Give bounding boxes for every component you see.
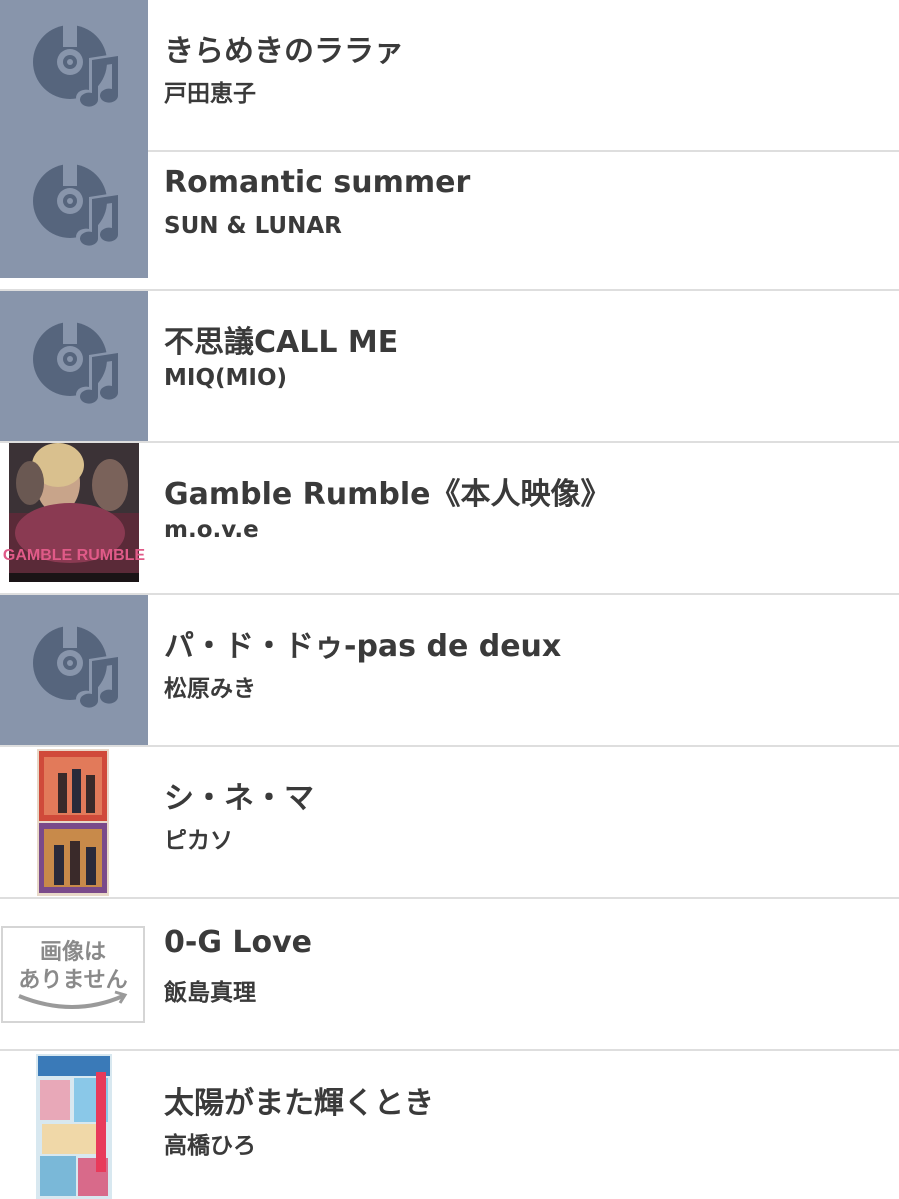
song-artist: ピカソ [164,828,233,854]
song-artist: m.o.v.e [164,517,259,543]
thumbnail-placeholder [0,0,148,139]
music-cd-icon [33,320,121,404]
song-title: Romantic summer [164,165,471,200]
song-artist: MIQ(MIO) [164,365,288,391]
music-cd-icon [33,23,121,107]
song-text: きらめきのララァ 戸田恵子 [164,0,889,139]
song-title: 0-G Love [164,925,313,960]
song-artist: SUN & LUNAR [164,213,342,239]
song-artist: 松原みき [164,676,256,702]
song-row[interactable]: パ・ド・ドゥ-pas de deux 松原みき [0,595,899,747]
no-image-thumbnail: 画像は ありません [0,899,148,1050]
song-text: Gamble Rumble《本人映像》 m.o.v.e [164,443,889,582]
album-art-text: GAMBLE RUMBLE [3,547,146,564]
song-text: 0-G Love 飯島真理 [164,899,889,1038]
song-row[interactable]: 太陽がまた輝くとき 高橋ひろ [0,1052,899,1199]
thumbnail-placeholder [0,139,148,278]
song-text: 不思議CALL ME MIQ(MIO) [164,291,889,430]
song-artist: 戸田恵子 [164,81,256,107]
song-row[interactable]: シ・ネ・マ ピカソ [0,747,899,899]
swoosh-arrow-icon [18,990,128,1009]
music-cd-icon [33,624,121,708]
song-title: パ・ド・ドゥ-pas de deux [164,629,562,664]
music-cd-icon [33,162,121,246]
song-row[interactable]: 画像は ありません 0-G Love 飯島真理 [0,899,899,1051]
song-text: シ・ネ・マ ピカソ [164,747,889,886]
song-title: 太陽がまた輝くとき [164,1086,434,1121]
song-text: パ・ド・ドゥ-pas de deux 松原みき [164,595,889,734]
album-art [0,747,148,898]
song-artist: 飯島真理 [164,980,256,1006]
song-title: 不思議CALL ME [164,325,399,360]
song-title: Gamble Rumble《本人映像》 [164,477,611,512]
song-title: きらめきのララァ [164,34,404,69]
thumbnail-placeholder [0,595,148,746]
song-text: 太陽がまた輝くとき 高橋ひろ [164,1052,889,1191]
song-row[interactable]: GAMBLE RUMBLE Gamble Rumble《本人映像》 m.o.v.… [0,443,899,595]
album-art [0,1052,148,1199]
song-text: Romantic summer SUN & LUNAR [164,139,889,278]
album-art-image [37,749,109,896]
album-art-image [36,1054,112,1199]
song-row[interactable]: Romantic summer SUN & LUNAR [0,139,899,291]
song-artist: 高橋ひろ [164,1133,256,1159]
album-art: GAMBLE RUMBLE [0,443,148,582]
song-row[interactable]: 不思議CALL ME MIQ(MIO) [0,291,899,443]
song-list: きらめきのララァ 戸田恵子 Romantic summer SUN & LUNA… [0,0,899,1199]
song-title: シ・ネ・マ [164,781,314,816]
thumbnail-placeholder [0,291,148,442]
song-row[interactable]: きらめきのララァ 戸田恵子 [0,0,899,152]
album-art-image: GAMBLE RUMBLE [3,443,146,582]
no-image-box: 画像は ありません [1,926,145,1023]
